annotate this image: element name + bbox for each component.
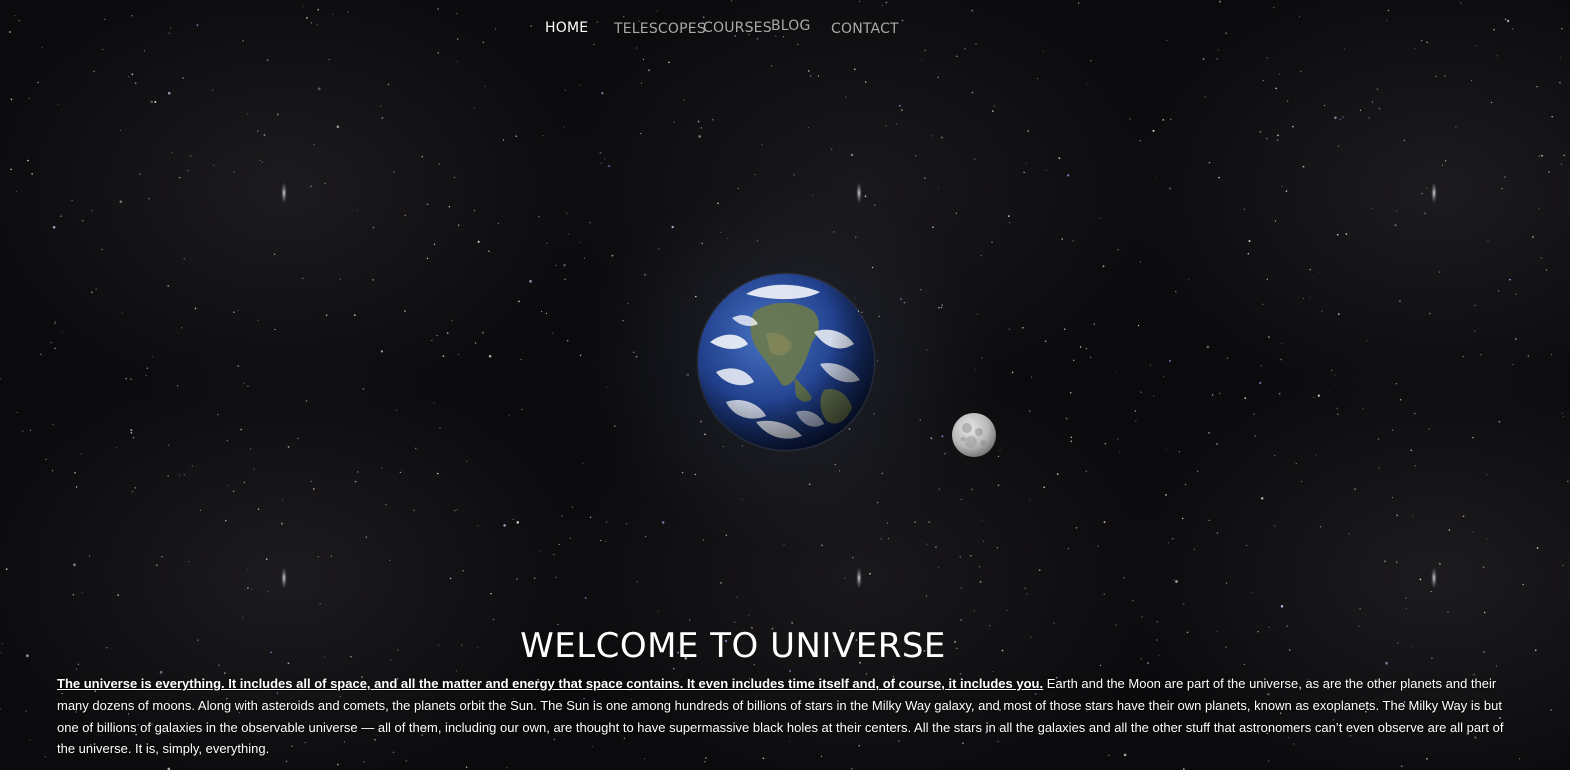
nav-courses-link[interactable]: COURSES bbox=[703, 20, 772, 36]
nav-contact-link[interactable]: CONTACT bbox=[831, 21, 899, 37]
intro-paragraph: The universe is everything. It includes … bbox=[57, 673, 1507, 760]
nav-home-link[interactable]: HOME bbox=[545, 20, 588, 36]
page: HOME TELESCOPES COURSES BLOG CONTACT WEL… bbox=[0, 0, 1570, 770]
intro-lead-text: The universe is everything. It includes … bbox=[57, 676, 1044, 691]
nav-telescopes-link[interactable]: TELESCOPES bbox=[614, 21, 706, 37]
nav-blog-link[interactable]: BLOG bbox=[771, 18, 811, 34]
moon-image bbox=[951, 412, 997, 458]
earth-image bbox=[696, 272, 876, 452]
page-title: WELCOME TO UNIVERSE bbox=[520, 626, 946, 666]
main-nav: HOME TELESCOPES COURSES BLOG CONTACT bbox=[0, 18, 1570, 42]
